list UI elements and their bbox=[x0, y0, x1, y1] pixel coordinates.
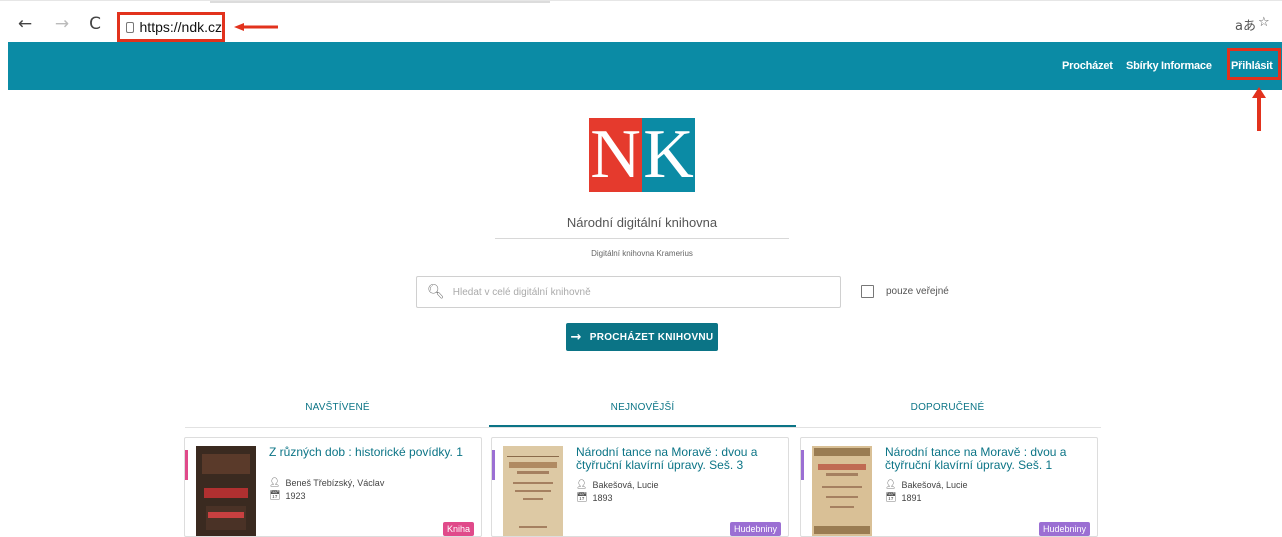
book-cover-thumbnail bbox=[196, 446, 256, 536]
tab-navstivene[interactable]: NAVŠTÍVENÉ bbox=[185, 402, 490, 413]
card-author: 👤︎ Bakešová, Lucie bbox=[576, 480, 658, 490]
nav-informace[interactable]: Informace bbox=[1161, 60, 1212, 72]
type-badge: Hudebniny bbox=[1038, 522, 1090, 536]
logo-k: K bbox=[642, 116, 695, 193]
reload-icon[interactable]: C bbox=[84, 13, 106, 35]
type-badge: Kniha bbox=[442, 522, 474, 536]
back-icon[interactable]: ← bbox=[14, 13, 36, 35]
music-cover-thumbnail bbox=[503, 446, 563, 536]
card-accent bbox=[801, 450, 804, 480]
page-title: Národní digitální knihovna bbox=[566, 215, 718, 230]
arrow-right-icon: → bbox=[570, 329, 582, 345]
favorite-star-icon[interactable]: ☆ bbox=[1258, 15, 1270, 30]
year-text: 1923 bbox=[285, 491, 306, 501]
person-icon: 👤︎ bbox=[269, 478, 281, 488]
active-tab-indicator bbox=[489, 425, 796, 427]
card-accent bbox=[492, 450, 495, 480]
card-title[interactable]: Z různých dob : historické povídky. 1 bbox=[269, 446, 475, 459]
year-text: 1891 bbox=[901, 493, 922, 503]
card-year: 📅︎ 1893 bbox=[576, 493, 612, 503]
document-card[interactable]: Z různých dob : historické povídky. 1 👤︎… bbox=[184, 437, 482, 537]
content-tabs: NAVŠTÍVENÉ NEJNOVĚJŠÍ DOPORUČENÉ bbox=[185, 400, 1101, 428]
public-only-filter[interactable]: pouze veřejné bbox=[861, 285, 949, 298]
card-title[interactable]: Národní tance na Moravě : dvou a čtyřruč… bbox=[885, 446, 1091, 472]
author-text: Beneš Třebízský, Václav bbox=[285, 478, 385, 488]
nav-prochazet[interactable]: Procházet bbox=[1062, 60, 1113, 72]
search-box[interactable]: 🔍︎ bbox=[416, 276, 841, 308]
url-text: https://ndk.cz bbox=[139, 19, 222, 35]
forward-icon[interactable]: → bbox=[51, 13, 73, 35]
address-bar[interactable]: https://ndk.cz bbox=[117, 12, 225, 42]
music-cover-thumbnail bbox=[812, 446, 872, 536]
red-arrow-left-icon bbox=[234, 23, 278, 31]
logo-n: N bbox=[589, 116, 642, 193]
read-aloud-icon[interactable]: aあ bbox=[1235, 15, 1256, 34]
person-icon: 👤︎ bbox=[576, 480, 588, 490]
search-input[interactable] bbox=[452, 286, 833, 298]
calendar-icon: 📅︎ bbox=[576, 493, 588, 503]
page-subtitle: Digitální knihovna Kramerius bbox=[591, 249, 693, 258]
search-icon: 🔍︎ bbox=[427, 284, 445, 300]
document-card[interactable]: Národní tance na Moravě : dvou a čtyřruč… bbox=[491, 437, 789, 537]
card-year: 📅︎ 1891 bbox=[885, 493, 921, 503]
public-only-checkbox[interactable] bbox=[861, 285, 874, 298]
lock-icon bbox=[126, 21, 134, 33]
browse-library-label: PROCHÁZET KNIHOVNU bbox=[589, 331, 714, 343]
document-card[interactable]: Národní tance na Moravě : dvou a čtyřruč… bbox=[800, 437, 1098, 537]
browse-library-button[interactable]: → PROCHÁZET KNIHOVNU bbox=[566, 323, 718, 351]
red-arrow-up-icon bbox=[1252, 87, 1266, 131]
calendar-icon: 📅︎ bbox=[885, 493, 897, 503]
card-year: 📅︎ 1923 bbox=[269, 491, 305, 501]
author-text: Bakešová, Lucie bbox=[592, 480, 659, 490]
site-header: Procházet Sbírky Informace Přihlásit bbox=[8, 42, 1282, 90]
tab-strip-line bbox=[210, 1, 550, 3]
browser-toolbar: ← → C https://ndk.cz aあ ☆ bbox=[0, 0, 1282, 42]
author-text: Bakešová, Lucie bbox=[901, 480, 968, 490]
tab-doporucene[interactable]: DOPORUČENÉ bbox=[795, 402, 1100, 413]
public-only-label: pouze veřejné bbox=[886, 286, 949, 297]
nk-logo: N K bbox=[589, 118, 695, 192]
nav-sbirky[interactable]: Sbírky bbox=[1126, 60, 1159, 72]
card-accent bbox=[185, 450, 188, 480]
card-author: 👤︎ Beneš Třebízský, Václav bbox=[269, 478, 384, 488]
person-icon: 👤︎ bbox=[885, 480, 897, 490]
card-title[interactable]: Národní tance na Moravě : dvou a čtyřruč… bbox=[576, 446, 782, 472]
year-text: 1893 bbox=[592, 493, 613, 503]
login-highlight-box bbox=[1227, 48, 1281, 80]
title-divider bbox=[495, 238, 789, 239]
card-author: 👤︎ Bakešová, Lucie bbox=[885, 480, 967, 490]
type-badge: Hudebniny bbox=[729, 522, 781, 536]
calendar-icon: 📅︎ bbox=[269, 491, 281, 501]
tab-nejnovejsi[interactable]: NEJNOVĚJŠÍ bbox=[490, 402, 795, 413]
